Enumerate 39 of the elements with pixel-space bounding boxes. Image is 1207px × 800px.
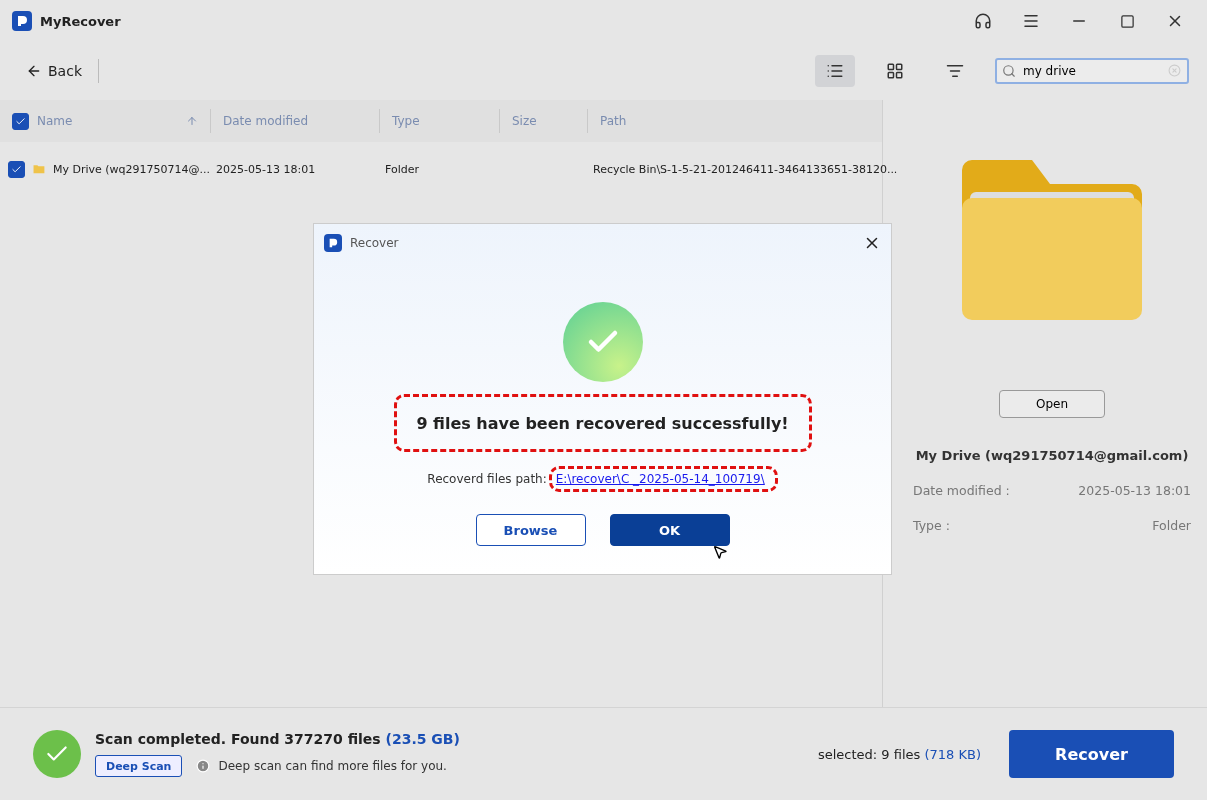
hint-text: Deep scan can find more files for you. [218, 759, 447, 773]
app-logo-icon [324, 234, 342, 252]
field-label: Type : [913, 518, 950, 533]
info-icon [196, 759, 211, 773]
field-value: Folder [1152, 518, 1191, 533]
field-label: Date modified : [913, 483, 1010, 498]
check-icon [15, 115, 26, 127]
open-button[interactable]: Open [999, 390, 1105, 418]
folder-icon [962, 160, 1142, 320]
path-label: Recoverd files path: [427, 472, 547, 486]
deep-scan-button[interactable]: Deep Scan [95, 755, 183, 777]
app-logo-icon [12, 11, 32, 31]
dialog-button[interactable]: OK [609, 514, 730, 546]
selection-summary: selected: 9 files (718 KB) [817, 746, 981, 762]
grid-icon [886, 62, 904, 80]
filter-icon [946, 62, 964, 80]
success-icon [33, 730, 81, 778]
cursor-icon [711, 544, 728, 560]
select-all-checkbox[interactable] [12, 112, 29, 130]
list-view-button[interactable] [815, 55, 855, 87]
field-value: 2025-05-13 18:01 [1078, 483, 1191, 498]
list-icon [826, 62, 844, 80]
check-icon [11, 163, 22, 175]
search-icon [1002, 64, 1016, 78]
table-cell: My Drive (wq291750714@... [52, 162, 210, 176]
path-link[interactable]: E:\recover\C _2025-05-14_100719\ [555, 472, 765, 486]
window-title: MyRecover [40, 13, 121, 29]
scan-status: Scan completed. Found 377270 files (23.5 GB) [95, 731, 460, 747]
search-field[interactable]: my drive [995, 58, 1189, 84]
row-checkbox[interactable] [8, 160, 25, 178]
back-button[interactable]: Back [22, 59, 99, 83]
preview-title: My Drive (wq291750714@gmail.com) [915, 448, 1189, 463]
table-cell-text: 2025-05-13 18:01 [215, 162, 317, 176]
table-cell-text: Folder [384, 162, 420, 176]
dialog-button[interactable]: Browse [475, 514, 586, 546]
recover-button[interactable]: Recover [1009, 730, 1174, 778]
dialog-title: Recover [350, 236, 399, 250]
success-message: 9 files have been recovered successfully! [416, 413, 789, 433]
table-cell-text: Recycle Bin\S-1-5-21-201246411-3464133651-38120... [592, 162, 899, 176]
